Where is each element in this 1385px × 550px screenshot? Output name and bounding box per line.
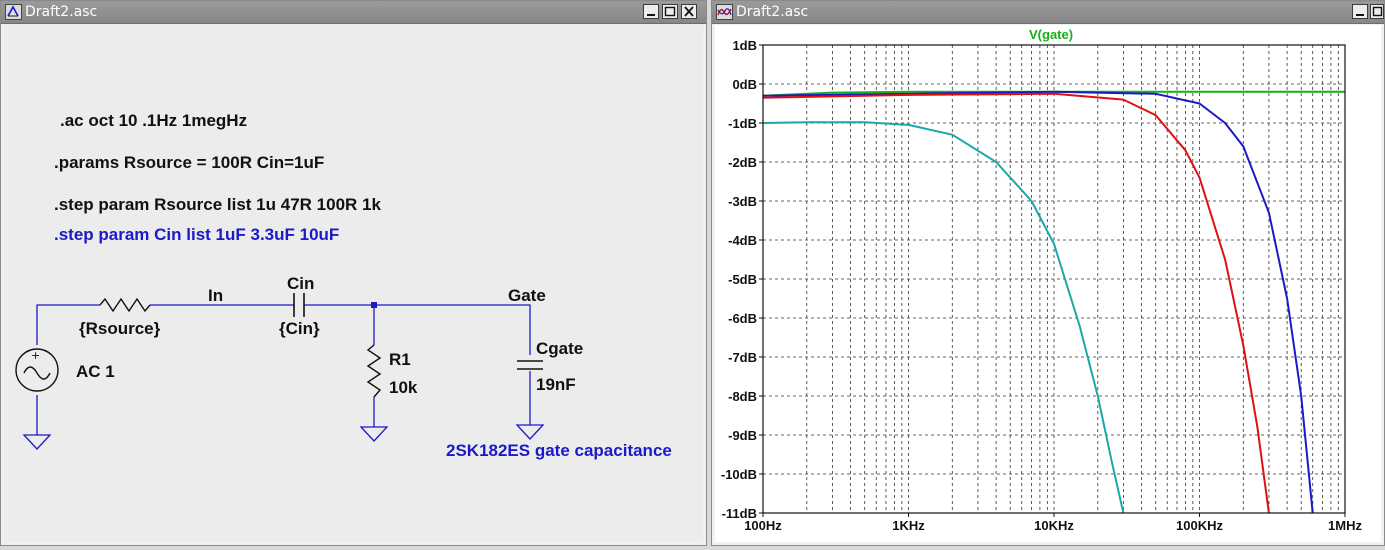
y-tick-label: -7dB <box>728 350 757 365</box>
y-axis-ticks: 1dB 0dB -1dB -2dB -3dB -4dB -5dB -6dB -7dB -8dB -9… <box>721 38 763 521</box>
r1-resistor[interactable] <box>366 344 382 398</box>
ground-icon <box>22 434 52 450</box>
y-tick-label: -2dB <box>728 155 757 170</box>
svg-text:+: + <box>31 349 40 362</box>
waveform-window-title: Draft2.asc <box>736 4 809 20</box>
net-label-gate[interactable]: Gate <box>508 286 546 305</box>
x-axis-ticks: 100Hz 1KHz 10KHz 100KHz 1MHz <box>744 513 1362 533</box>
schematic-window-title: Draft2.asc <box>25 4 98 20</box>
step-rsource-directive[interactable]: .step param Rsource list 1u 47R 100R 1k <box>54 195 381 214</box>
params-directive[interactable]: .params Rsource = 100R Cin=1uF <box>54 153 324 172</box>
minimize-icon <box>647 14 655 16</box>
schematic-canvas[interactable]: .ac oct 10 .1Hz 1megHz .params Rsource =… <box>4 25 703 542</box>
x-tick-label: 100KHz <box>1176 518 1223 533</box>
gate-capacitance-comment[interactable]: 2SK182ES gate capacitance <box>446 441 672 460</box>
source-value-label[interactable]: AC 1 <box>76 362 115 381</box>
maximize-icon <box>1372 6 1383 17</box>
waveform-window: Draft2.asc V(gate) 1dB 0dB -1dB -2dB -3dB -4d… <box>711 0 1385 546</box>
r1-value-label[interactable]: 10k <box>389 378 418 397</box>
junction-dot <box>371 302 377 308</box>
plot-pane[interactable]: V(gate) 1dB 0dB -1dB -2dB -3dB -4dB -5dB -6dB -7… <box>715 25 1381 542</box>
cgate-name-label[interactable]: Cgate <box>536 339 583 358</box>
cin-capacitor[interactable] <box>293 293 305 317</box>
cgate-value-label[interactable]: 19nF <box>536 375 576 394</box>
rsource-resistor[interactable] <box>99 297 151 313</box>
trace-line <box>762 90 1314 514</box>
trace-title[interactable]: V(gate) <box>1029 27 1073 42</box>
waveform-titlebar[interactable]: Draft2.asc <box>712 1 1384 24</box>
maximize-button[interactable] <box>1370 4 1384 19</box>
y-tick-label: 1dB <box>732 38 757 53</box>
cgate-capacitor[interactable] <box>517 360 543 370</box>
y-tick-label: -9dB <box>728 428 757 443</box>
cin-value-label[interactable]: {Cin} <box>279 319 320 338</box>
y-tick-label: -5dB <box>728 272 757 287</box>
close-icon <box>684 6 694 17</box>
schematic-app-icon <box>5 4 22 20</box>
bode-plot[interactable]: V(gate) 1dB 0dB -1dB -2dB -3dB -4dB -5dB -6dB -7… <box>715 25 1383 544</box>
rsource-value-label[interactable]: {Rsource} <box>79 319 161 338</box>
x-tick-label: 1MHz <box>1328 518 1362 533</box>
x-tick-label: 100Hz <box>744 518 782 533</box>
y-tick-label: -6dB <box>728 311 757 326</box>
y-tick-label: 0dB <box>732 77 757 92</box>
cin-name-label[interactable]: Cin <box>287 274 314 293</box>
r1-name-label[interactable]: R1 <box>389 350 411 369</box>
step-cin-directive[interactable]: .step param Cin list 1uF 3.3uF 10uF <box>54 225 339 244</box>
trace-line <box>762 121 1125 514</box>
maximize-button[interactable] <box>662 4 678 19</box>
ground-icon <box>359 426 389 442</box>
minimize-button[interactable] <box>1352 4 1368 19</box>
y-tick-label: -3dB <box>728 194 757 209</box>
minimize-icon <box>1356 14 1364 16</box>
voltage-source[interactable]: + <box>15 348 59 392</box>
close-button[interactable] <box>681 4 697 19</box>
ground-icon <box>515 424 545 440</box>
schematic-window: Draft2.asc .ac oct 10 .1Hz 1megHz .param… <box>0 0 707 546</box>
schematic-titlebar[interactable]: Draft2.asc <box>1 1 706 24</box>
ac-directive[interactable]: .ac oct 10 .1Hz 1megHz <box>60 111 247 130</box>
x-tick-label: 10KHz <box>1034 518 1074 533</box>
waveform-app-icon <box>716 4 733 20</box>
plot-grid <box>763 45 1345 513</box>
y-tick-label: -4dB <box>728 233 757 248</box>
y-tick-label: -8dB <box>728 389 757 404</box>
y-tick-label: -10dB <box>721 467 757 482</box>
maximize-icon <box>664 6 676 17</box>
x-tick-label: 1KHz <box>892 518 925 533</box>
y-tick-label: -1dB <box>728 116 757 131</box>
net-label-in[interactable]: In <box>208 286 223 305</box>
minimize-button[interactable] <box>643 4 659 19</box>
